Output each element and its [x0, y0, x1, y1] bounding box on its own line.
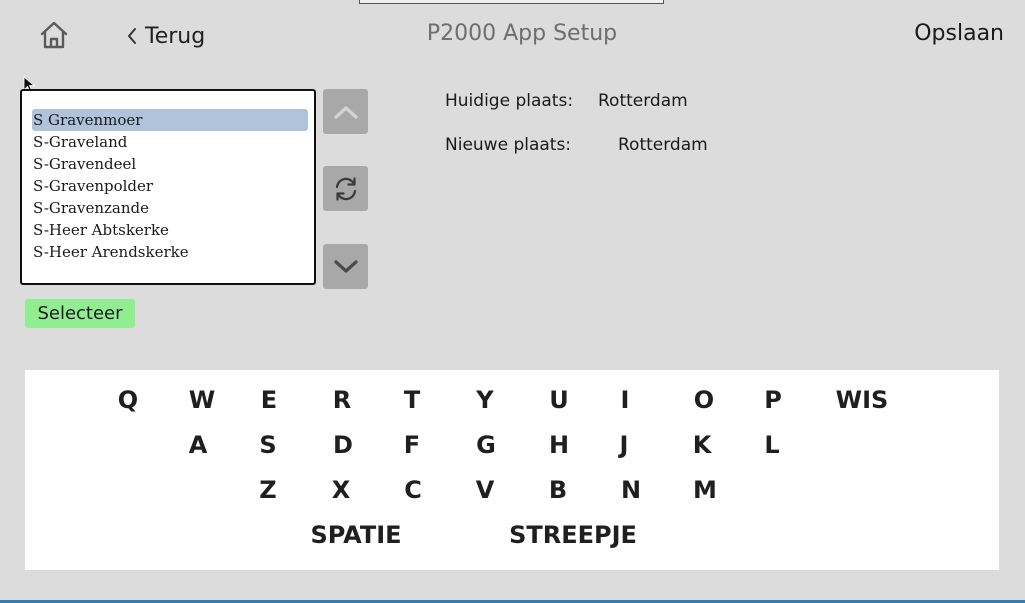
new-place-value: Rotterdam: [618, 135, 708, 155]
place-listbox[interactable]: S Gravenmoer S-Graveland S-Gravendeel S-…: [20, 89, 316, 285]
home-button[interactable]: [38, 20, 70, 50]
current-place-label: Huidige plaats:: [445, 91, 574, 111]
key-e[interactable]: E: [261, 386, 277, 414]
key-m[interactable]: M: [693, 476, 717, 504]
key-p[interactable]: P: [764, 386, 782, 414]
list-item[interactable]: S Gravenmoer: [32, 109, 308, 131]
refresh-button[interactable]: [323, 166, 368, 211]
key-w[interactable]: W: [189, 386, 215, 414]
scroll-up-button[interactable]: [323, 89, 368, 134]
list-item[interactable]: S-Gravendeel: [32, 153, 308, 175]
refresh-icon: [335, 176, 356, 201]
key-hyphen[interactable]: STREEPJE: [509, 521, 637, 549]
list-item[interactable]: S-Gravenpolder: [32, 175, 308, 197]
key-o[interactable]: O: [694, 386, 714, 414]
key-d[interactable]: D: [333, 431, 353, 459]
save-button[interactable]: Opslaan: [914, 21, 1004, 46]
list-item[interactable]: S-Graveland: [32, 131, 308, 153]
key-h[interactable]: H: [549, 431, 569, 459]
list-item[interactable]: S-Heer Abtskerke: [32, 219, 308, 241]
key-v[interactable]: V: [476, 476, 495, 504]
key-c[interactable]: C: [404, 476, 422, 504]
key-q[interactable]: Q: [118, 386, 138, 414]
new-place-label: Nieuwe plaats:: [445, 135, 572, 155]
page-title: P2000 App Setup: [426, 21, 618, 46]
key-wis[interactable]: WIS: [836, 386, 889, 414]
key-l[interactable]: L: [764, 431, 779, 459]
key-j[interactable]: J: [620, 431, 629, 459]
top-tab: [359, 0, 664, 4]
list-item[interactable]: S-Gravenzande: [32, 197, 308, 219]
back-label: Terug: [145, 23, 206, 49]
key-z[interactable]: Z: [259, 476, 276, 504]
current-place-value: Rotterdam: [598, 91, 688, 111]
key-u[interactable]: U: [549, 386, 569, 414]
scroll-down-button[interactable]: [323, 244, 368, 289]
key-k[interactable]: K: [693, 431, 712, 459]
key-space[interactable]: SPATIE: [310, 521, 401, 549]
keyboard: Q W E R T Y U I O P WIS A S D F G H J K …: [25, 370, 999, 570]
key-n[interactable]: N: [621, 476, 641, 504]
chevron-left-icon: [128, 28, 136, 44]
list-item[interactable]: S-Heer Arendskerke: [32, 241, 308, 263]
key-t[interactable]: T: [404, 386, 420, 414]
key-x[interactable]: X: [332, 476, 351, 504]
home-icon: [40, 21, 68, 49]
key-f[interactable]: F: [404, 431, 420, 459]
key-y[interactable]: Y: [476, 386, 493, 414]
back-button[interactable]: Terug: [126, 21, 205, 51]
chevron-up-icon: [333, 105, 358, 119]
key-b[interactable]: B: [549, 476, 567, 504]
key-g[interactable]: G: [476, 431, 496, 459]
key-r[interactable]: R: [333, 386, 351, 414]
select-button[interactable]: Selecteer: [25, 299, 135, 328]
key-i[interactable]: I: [621, 386, 630, 414]
chevron-down-icon: [333, 259, 358, 273]
key-s[interactable]: S: [259, 431, 276, 459]
key-a[interactable]: A: [189, 431, 208, 459]
